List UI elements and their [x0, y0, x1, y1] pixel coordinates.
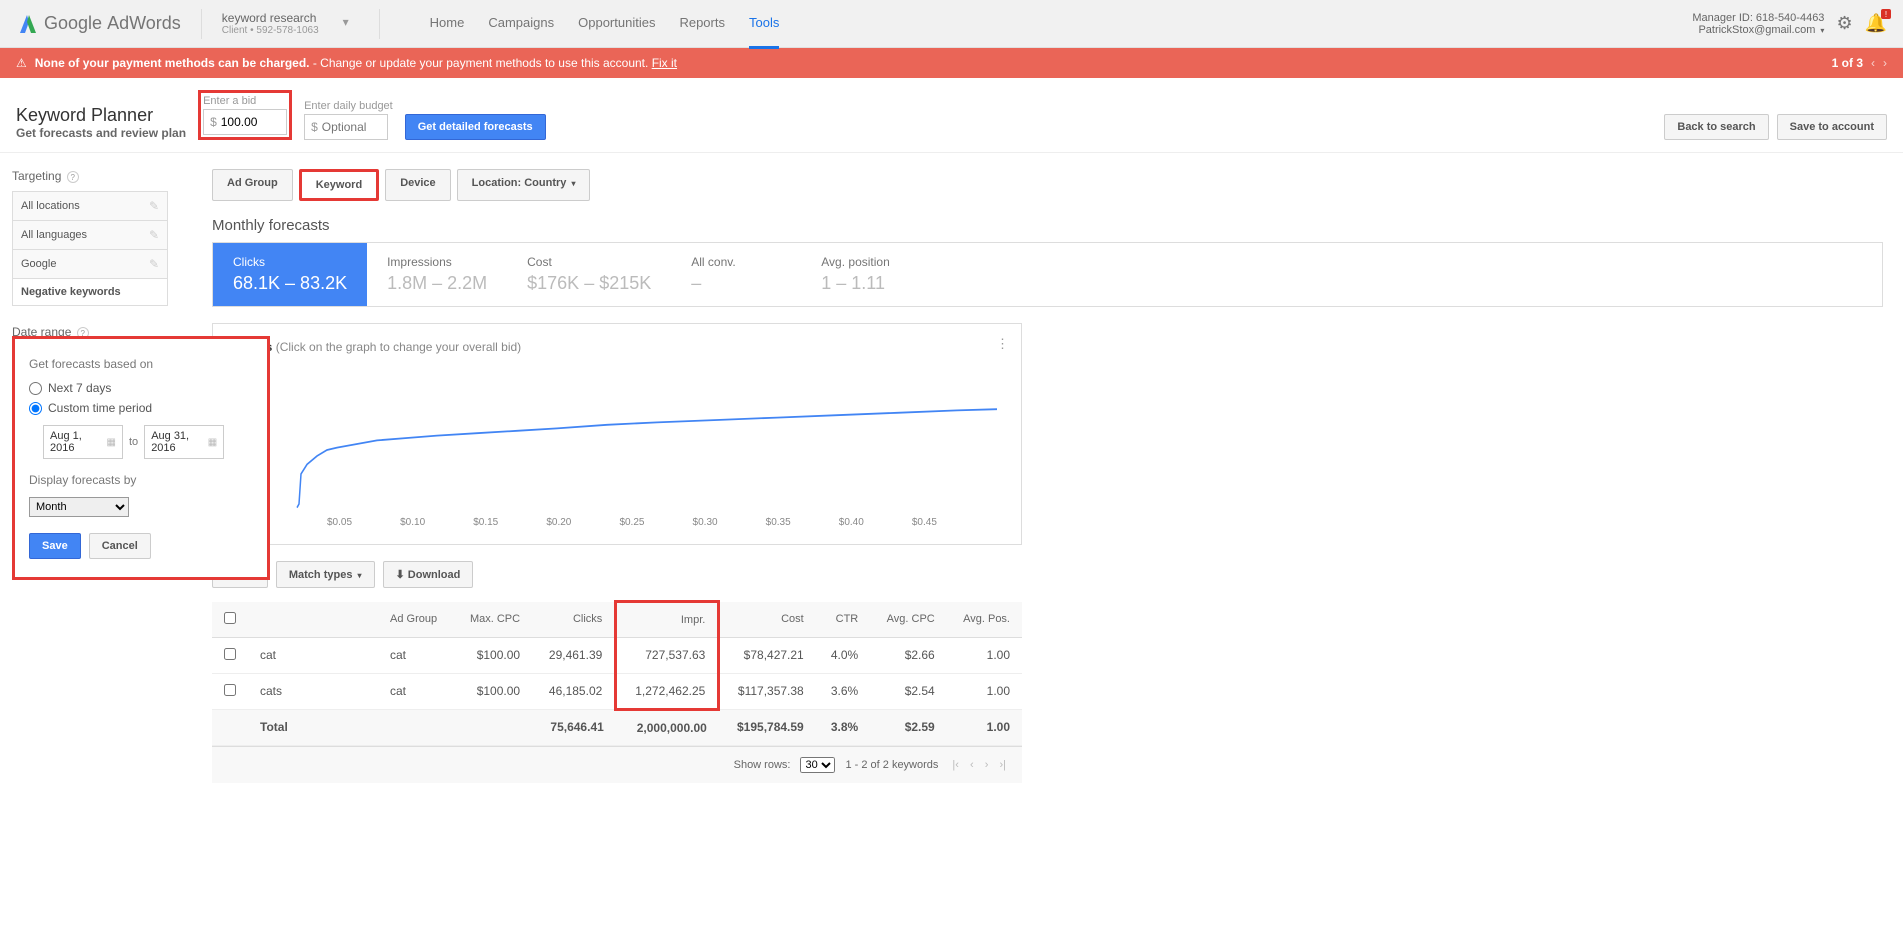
tab-keyword[interactable]: Keyword	[299, 169, 379, 201]
pencil-icon: ✎	[149, 228, 159, 242]
main-nav: Home Campaigns Opportunities Reports Too…	[430, 0, 780, 48]
row-checkbox[interactable]	[224, 648, 236, 660]
nav-campaigns[interactable]: Campaigns	[488, 0, 554, 48]
budget-input[interactable]: $	[304, 114, 388, 140]
date-to-input[interactable]: Aug 31, 2016▦	[144, 425, 224, 459]
calendar-icon: ▦	[208, 437, 217, 448]
date-inputs: Aug 1, 2016▦ to Aug 31, 2016▦	[43, 425, 253, 459]
tab-location[interactable]: Location: Country ▾	[457, 169, 591, 201]
chevron-down-icon: ▾	[571, 179, 575, 188]
download-button[interactable]: ⬇ Download	[383, 561, 474, 588]
warning-icon: ⚠	[16, 56, 27, 70]
date-from-input[interactable]: Aug 1, 2016▦	[43, 425, 123, 459]
first-page[interactable]: |‹	[952, 759, 959, 771]
chart-xlabels: $0.05$0.10$0.15$0.20$0.25$0.30$0.35$0.40…	[237, 513, 997, 528]
manager-id: Manager ID: 618-540-4463	[1692, 12, 1824, 24]
page-title: Keyword Planner Get forecasts and review…	[16, 105, 186, 140]
nav-tools[interactable]: Tools	[749, 0, 779, 49]
pencil-icon: ✎	[149, 257, 159, 271]
row-checkbox[interactable]	[224, 684, 236, 696]
prev-page[interactable]: ‹	[970, 759, 974, 771]
budget-label: Enter daily budget	[304, 100, 393, 112]
keyword-table: Ad Group Max. CPC Clicks Impr. Cost CTR …	[212, 600, 1022, 746]
alert-prev[interactable]: ‹	[1871, 56, 1875, 70]
popup-title: Get forecasts based on	[29, 357, 253, 371]
radio-custom[interactable]: Custom time period	[29, 401, 253, 415]
alert-bar: ⚠ None of your payment methods can be ch…	[0, 48, 1903, 78]
tabs: Ad Group Keyword Device Location: Countr…	[212, 169, 1883, 201]
help-icon[interactable]: ?	[67, 171, 79, 183]
forecast-avgpos[interactable]: Avg. position1 – 1.11	[801, 243, 931, 306]
adwords-logo-icon	[16, 12, 40, 36]
targeting-locations[interactable]: All locations✎	[12, 191, 168, 221]
save-button[interactable]: Save	[29, 533, 81, 559]
cancel-button[interactable]: Cancel	[89, 533, 151, 559]
pencil-icon: ✎	[149, 199, 159, 213]
row-range: 1 - 2 of 2 keywords	[845, 759, 938, 771]
match-types-button[interactable]: Match types ▾	[276, 561, 375, 588]
table-controls: Edit ▾ Match types ▾ ⬇ Download	[212, 561, 1883, 588]
chart-menu-icon[interactable]: ⋮	[996, 336, 1009, 352]
date-range-popup: Get forecasts based on Next 7 days Custo…	[12, 336, 270, 580]
total-row: Total 75,646.41 2,000,000.00 $195,784.59…	[212, 709, 1022, 745]
radio-next7[interactable]: Next 7 days	[29, 381, 253, 395]
fix-it-link[interactable]: Fix it	[652, 56, 677, 70]
chart-title: Clicks (Click on the graph to change you…	[237, 340, 997, 354]
user-email[interactable]: PatrickStox@gmail.com ▾	[1692, 24, 1824, 36]
display-by-select[interactable]: Month	[29, 497, 129, 517]
forecasts-title: Monthly forecasts	[212, 217, 1883, 234]
table-row: cats cat $100.00 46,185.02 1,272,462.25 …	[212, 673, 1022, 709]
main: Targeting ? All locations✎ All languages…	[0, 153, 1903, 799]
nav-reports[interactable]: Reports	[679, 0, 725, 48]
bid-input[interactable]: $	[203, 109, 287, 135]
download-icon: ⬇	[396, 569, 405, 581]
forecast-clicks[interactable]: Clicks68.1K – 83.2K	[213, 243, 367, 306]
targeting-header: Targeting ?	[12, 169, 168, 183]
chart-svg[interactable]	[237, 390, 997, 510]
chevron-down-icon: ▾	[343, 15, 349, 29]
divider	[379, 9, 380, 39]
logo[interactable]: Google AdWords	[16, 12, 181, 36]
rows-select[interactable]: 30	[800, 757, 835, 773]
content: Ad Group Keyword Device Location: Countr…	[180, 153, 1903, 799]
back-to-search-button[interactable]: Back to search	[1664, 114, 1768, 140]
tab-adgroup[interactable]: Ad Group	[212, 169, 293, 201]
account-selector[interactable]: keyword research Client • 592-578-1063 ▾	[222, 11, 359, 36]
toolbar: Keyword Planner Get forecasts and review…	[0, 78, 1903, 153]
forecast-impressions[interactable]: Impressions1.8M – 2.2M	[367, 243, 507, 306]
select-all-checkbox[interactable]	[224, 612, 236, 624]
forecast-cards: Clicks68.1K – 83.2K Impressions1.8M – 2.…	[212, 242, 1883, 307]
gear-icon[interactable]: ⚙	[1836, 13, 1852, 34]
bid-highlight: Enter a bid $	[198, 90, 292, 140]
calendar-icon: ▦	[107, 437, 116, 448]
header-right: Manager ID: 618-540-4463 PatrickStox@gma…	[1692, 12, 1887, 36]
nav-home[interactable]: Home	[430, 0, 465, 48]
bell-icon[interactable]: 🔔!	[1865, 13, 1887, 34]
forecast-conv[interactable]: All conv.–	[671, 243, 801, 306]
chart-box: Clicks (Click on the graph to change you…	[212, 323, 1022, 545]
header: Google AdWords keyword research Client •…	[0, 0, 1903, 48]
chevron-down-icon: ▾	[1820, 26, 1824, 35]
divider	[201, 9, 202, 39]
last-page[interactable]: ›|	[999, 759, 1006, 771]
display-by-label: Display forecasts by	[29, 473, 253, 487]
next-page[interactable]: ›	[985, 759, 989, 771]
tab-device[interactable]: Device	[385, 169, 450, 201]
targeting-network[interactable]: Google✎	[12, 249, 168, 279]
nav-opportunities[interactable]: Opportunities	[578, 0, 655, 48]
save-to-account-button[interactable]: Save to account	[1777, 114, 1887, 140]
bid-label: Enter a bid	[203, 95, 287, 107]
table-row: cat cat $100.00 29,461.39 727,537.63 $78…	[212, 637, 1022, 673]
table-footer: Show rows: 30 1 - 2 of 2 keywords |‹ ‹ ›…	[212, 746, 1022, 783]
get-forecasts-button[interactable]: Get detailed forecasts	[405, 114, 546, 140]
alert-next[interactable]: ›	[1883, 56, 1887, 70]
forecast-cost[interactable]: Cost$176K – $215K	[507, 243, 671, 306]
negative-keywords[interactable]: Negative keywords	[12, 278, 168, 306]
pager: |‹ ‹ › ›|	[948, 759, 1010, 771]
alert-pager: 1 of 3 ‹ ›	[1832, 56, 1887, 70]
targeting-languages[interactable]: All languages✎	[12, 220, 168, 250]
notification-badge: !	[1881, 9, 1891, 19]
